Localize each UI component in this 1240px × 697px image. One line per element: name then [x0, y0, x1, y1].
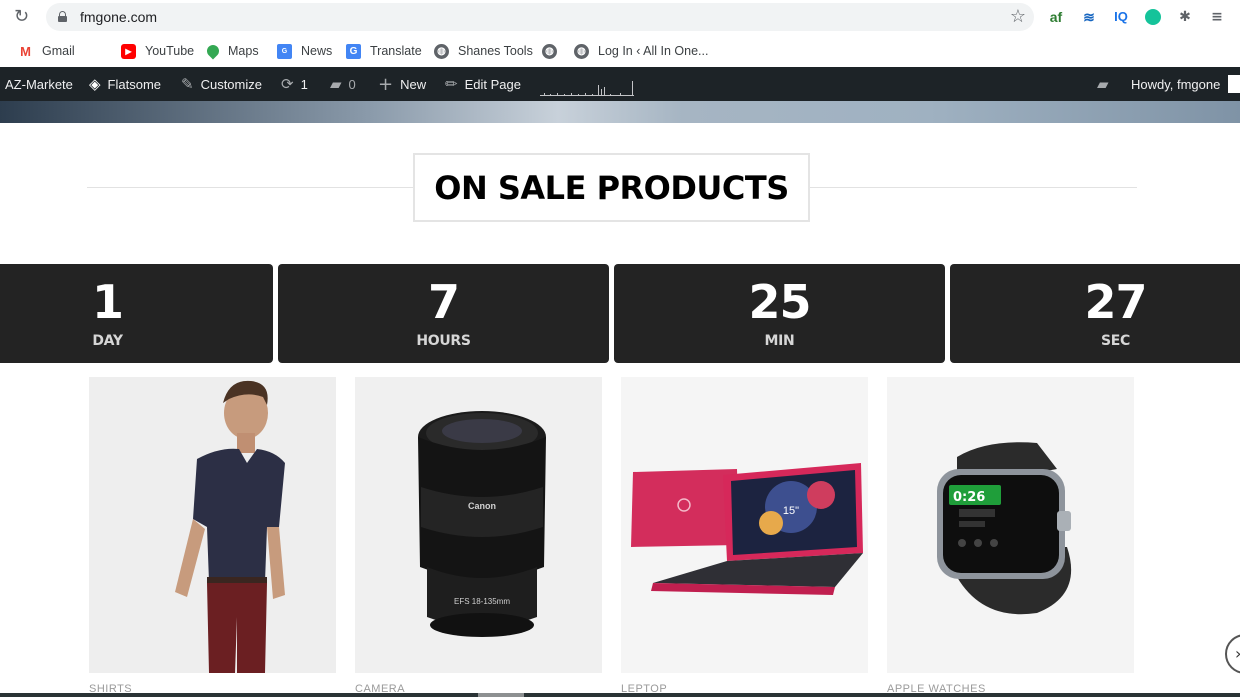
extensions-puzzle-icon[interactable]: ✱ — [1175, 7, 1195, 27]
countdown-hours: 7 HOURS — [278, 264, 609, 363]
updates-icon: ⟳ — [281, 75, 294, 93]
product-card-watch[interactable]: 0:26 — [887, 377, 1134, 673]
news-icon: G — [277, 43, 292, 59]
edit-page-label: Edit Page — [464, 76, 521, 92]
man-in-tshirt-image — [89, 377, 336, 673]
globe-icon: ◍ — [434, 43, 449, 59]
bookmark-translate[interactable]: G Translate — [346, 41, 422, 61]
comments-count: 0 — [348, 76, 356, 92]
lens-brand-text: Canon — [468, 501, 496, 511]
watch-time-text: 0:26 — [953, 490, 985, 505]
iq-extension-icon[interactable]: IQ — [1111, 7, 1131, 27]
bookmark-gmail[interactable]: M Gmail — [18, 41, 75, 61]
url-text: fmgone.com — [80, 9, 158, 25]
section-title: ON SALE PRODUCTS — [434, 168, 789, 207]
bookmark-globe[interactable]: ◍ — [542, 41, 566, 61]
countdown-label: MIN — [764, 333, 795, 349]
bookmark-label: Gmail — [42, 44, 75, 58]
bookmark-label: News — [301, 44, 333, 58]
globe-icon: ◍ — [574, 43, 589, 59]
admin-edit-page[interactable]: ✏ Edit Page — [445, 67, 521, 101]
product-card-shirts[interactable] — [89, 377, 336, 673]
screen-size-text: 15" — [783, 505, 799, 517]
media-control-icon[interactable]: ≡ — [1207, 7, 1227, 27]
admin-customize[interactable]: ✎ Customize — [181, 67, 262, 101]
countdown-label: HOURS — [416, 333, 471, 349]
countdown-minutes: 25 MIN — [614, 264, 945, 363]
gmail-icon: M — [20, 43, 31, 59]
notification-icon: ▰ — [1097, 75, 1109, 93]
countdown-value: 7 — [427, 275, 460, 329]
countdown-value: 27 — [1084, 275, 1147, 329]
maps-pin-icon — [204, 42, 222, 60]
address-bar[interactable]: fmgone.com ☆ — [46, 3, 1034, 31]
admin-new[interactable]: + New — [378, 67, 426, 101]
pink-laptop-image: 15" — [621, 377, 868, 673]
updates-count: 1 — [300, 76, 308, 92]
admin-account[interactable]: Howdy, fmgone — [1131, 67, 1240, 101]
admin-comments[interactable]: ▰ 0 — [330, 67, 356, 101]
stats-sparkline[interactable] — [540, 80, 634, 96]
globe-icon: ◍ — [542, 43, 557, 59]
site-name-label: AZ-Markete — [5, 76, 73, 92]
lock-icon — [58, 11, 67, 22]
title-divider-left — [87, 187, 413, 188]
lens-model-text: EFS 18-135mm — [454, 597, 510, 606]
youtube-icon: ▶ — [121, 43, 136, 59]
bookmark-login[interactable]: ◍ Log In ‹ All In One... — [574, 41, 708, 61]
flatsome-diamond-icon: ◈ — [89, 75, 101, 93]
canon-lens-image: Canon EFS 18-135mm — [355, 377, 602, 673]
reload-icon[interactable]: ↻ — [14, 8, 32, 26]
bottom-status-bar — [0, 693, 1240, 697]
countdown-label: SEC — [1100, 333, 1131, 349]
grammarly-extension-icon[interactable] — [1143, 7, 1163, 27]
bookmark-star-icon[interactable]: ☆ — [1010, 6, 1026, 27]
layers-extension-icon[interactable]: ≋ — [1079, 7, 1099, 27]
plus-icon: + — [378, 73, 394, 95]
howdy-label: Howdy, fmgone — [1131, 76, 1221, 92]
bookmark-label: YouTube — [145, 44, 195, 58]
bookmark-label: Maps — [228, 44, 259, 58]
browser-toolbar: ↻ fmgone.com ☆ af ≋ IQ ✱ ≡ — [0, 0, 1240, 36]
admin-site-name[interactable]: AZ-Markete — [5, 67, 73, 101]
bookmark-maps[interactable]: Maps — [204, 41, 259, 61]
translate-icon: G — [346, 43, 361, 59]
scroll-top-button[interactable]: › — [1225, 634, 1240, 674]
product-card-camera[interactable]: Canon EFS 18-135mm — [355, 377, 602, 673]
admin-flatsome[interactable]: ◈ Flatsome — [89, 67, 161, 101]
brush-icon: ✎ — [181, 75, 194, 93]
new-label: New — [400, 76, 427, 92]
hero-banner-strip — [0, 101, 1240, 123]
customize-label: Customize — [200, 76, 262, 92]
avatar — [1228, 75, 1240, 93]
countdown-value: 25 — [748, 275, 811, 329]
bookmark-label: Translate — [370, 44, 422, 58]
bookmarks-bar: M Gmail ▶ YouTube Maps G News G Translate ◍ S… — [0, 36, 1240, 67]
product-card-laptop[interactable]: 15" — [621, 377, 868, 673]
bookmark-youtube[interactable]: ▶ YouTube — [121, 41, 194, 61]
countdown-label: DAY — [92, 333, 123, 349]
smartwatch-image: 0:26 — [887, 377, 1134, 673]
bookmark-shanes-tools[interactable]: ◍ Shanes Tools — [434, 41, 533, 61]
pencil-icon: ✏ — [445, 75, 458, 93]
bookmark-label: Log In ‹ All In One... — [598, 44, 709, 58]
countdown-days: 1 DAY — [0, 264, 273, 363]
admin-updates[interactable]: ⟳ 1 — [281, 67, 308, 101]
section-title-box: ON SALE PRODUCTS — [413, 153, 810, 222]
comment-bubble-icon: ▰ — [330, 75, 342, 93]
bookmark-label: Shanes Tools — [458, 44, 533, 58]
admin-notifications[interactable]: ▰ — [1097, 67, 1116, 101]
countdown-value: 1 — [91, 275, 124, 329]
bookmark-news[interactable]: G News — [277, 41, 332, 61]
bottom-bar-tab[interactable] — [478, 693, 524, 697]
ahrefs-extension-icon[interactable]: af — [1046, 7, 1066, 27]
countdown-seconds: 27 SEC — [950, 264, 1240, 363]
title-divider-right — [810, 187, 1137, 188]
flatsome-label: Flatsome — [107, 76, 162, 92]
